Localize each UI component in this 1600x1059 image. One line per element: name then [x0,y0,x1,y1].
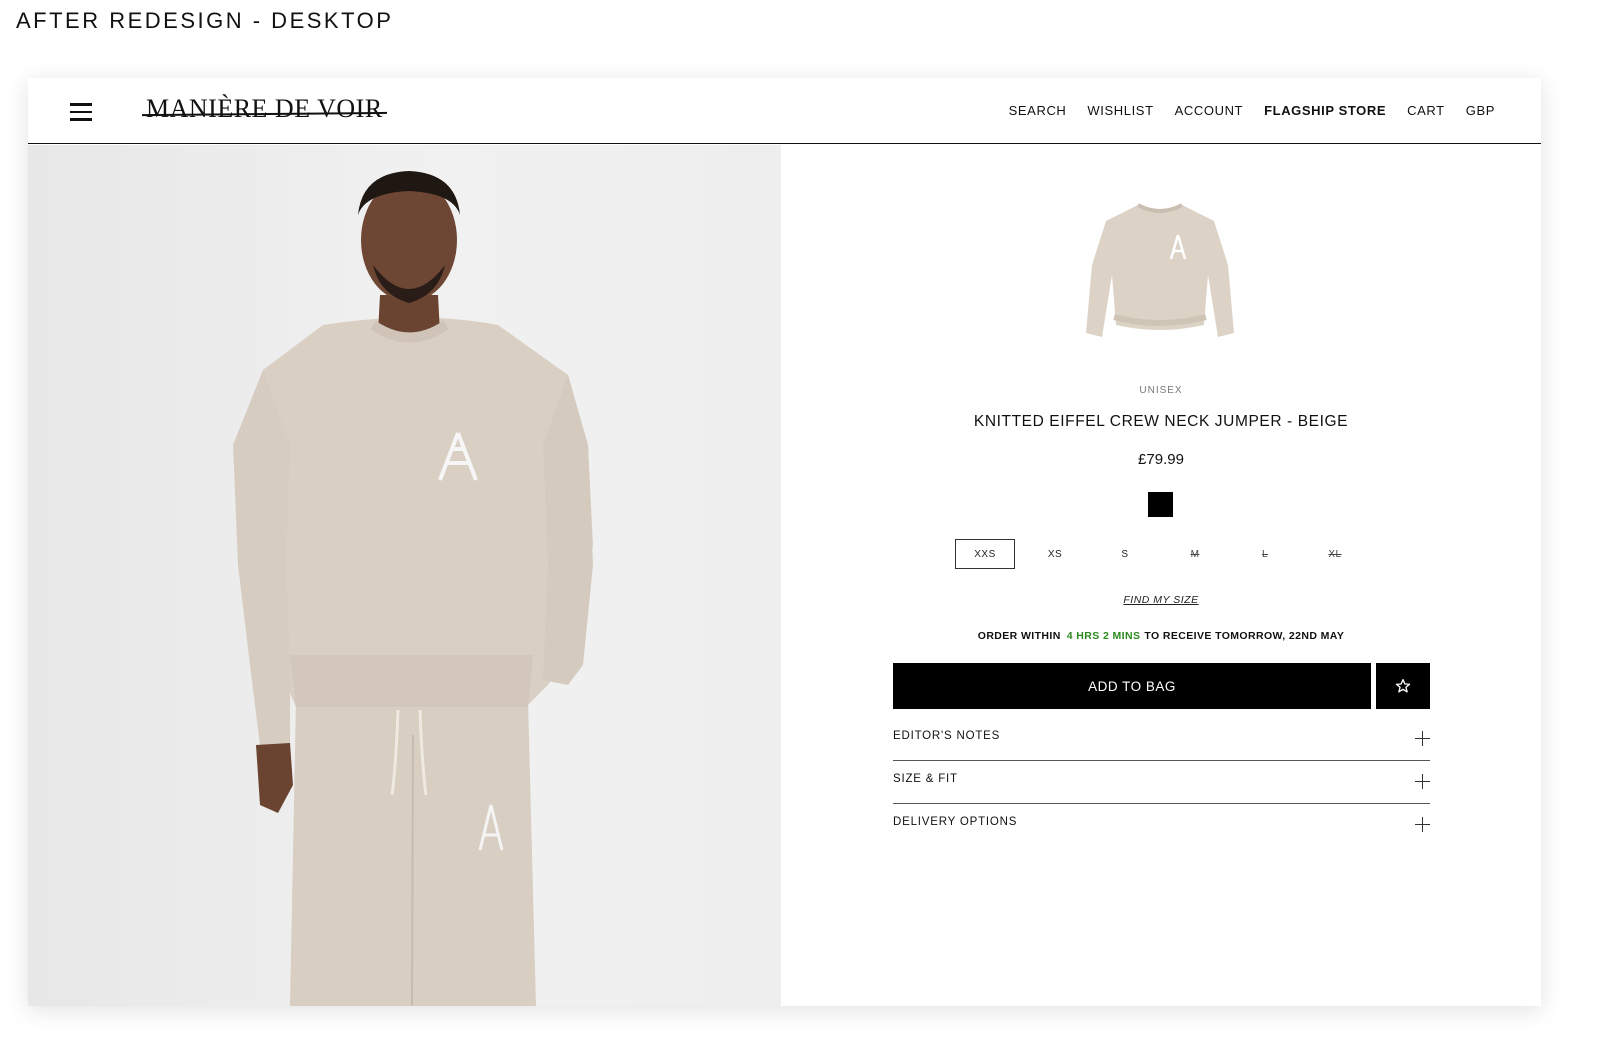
size-selector: XXS XS S M L XL [955,539,1365,569]
nav-wishlist[interactable]: WISHLIST [1087,103,1153,118]
brand-logo-text: MANIÈRE DE VOIR [146,94,383,123]
accordion-delivery-options[interactable]: DELIVERY OPTIONS [893,804,1430,846]
nav-account[interactable]: ACCOUNT [1175,103,1243,118]
find-my-size-link[interactable]: FIND MY SIZE [781,594,1541,606]
color-swatch-black[interactable] [1148,492,1173,517]
size-option-m[interactable]: M [1165,539,1225,569]
plus-icon[interactable] [1415,774,1430,789]
size-option-xl[interactable]: XL [1305,539,1365,569]
nav-cart[interactable]: CART [1407,103,1445,118]
star-icon [1395,679,1411,693]
nav-currency[interactable]: GBP [1466,103,1495,118]
browser-frame: MANIÈRE DE VOIR SEARCH WISHLIST ACCOUNT … [28,78,1541,1006]
delivery-suffix: TO RECEIVE TOMORROW, 22ND MAY [1144,630,1345,642]
product-gender: UNISEX [1139,385,1183,396]
header-nav: SEARCH WISHLIST ACCOUNT FLAGSHIP STORE C… [1009,103,1495,118]
accordion-label: SIZE & FIT [893,773,958,785]
plus-icon[interactable] [1415,731,1430,746]
site-header: MANIÈRE DE VOIR SEARCH WISHLIST ACCOUNT … [28,78,1541,144]
size-option-xxs[interactable]: XXS [955,539,1015,569]
accordion-label: EDITOR'S NOTES [893,730,1001,742]
brand-logo[interactable]: MANIÈRE DE VOIR [141,94,387,124]
plus-icon[interactable] [1415,817,1430,832]
menu-icon[interactable] [70,103,92,121]
nav-search[interactable]: SEARCH [1009,103,1067,118]
delivery-prefix: ORDER WITHIN [977,630,1061,642]
size-option-s[interactable]: S [1095,539,1155,569]
product-model-photo [28,145,781,1006]
delivery-countdown-time: 4 HRS 2 MINS [1066,630,1141,642]
wishlist-button[interactable] [1376,663,1430,709]
product-title: KNITTED EIFFEL CREW NECK JUMPER - BEIGE [973,413,1349,430]
add-to-bag-button[interactable]: ADD TO BAG [893,663,1371,709]
accordion-size-fit[interactable]: SIZE & FIT [893,761,1430,804]
size-option-l[interactable]: L [1235,539,1295,569]
model-illustration [233,171,593,1006]
delivery-countdown: ORDER WITHIN 4 HRS 2 MINS TO RECEIVE TOMOR… [781,630,1541,642]
accordion-editors-notes[interactable]: EDITOR'S NOTES [893,718,1430,761]
size-option-xs[interactable]: XS [1025,539,1085,569]
nav-flagship-store[interactable]: FLAGSHIP STORE [1264,103,1386,118]
accordion-label: DELIVERY OPTIONS [893,816,1018,828]
product-detail-panel: UNISEX KNITTED EIFFEL CREW NECK JUMPER -… [781,145,1541,1006]
page-caption: AFTER REDESIGN - DESKTOP [16,8,394,33]
product-accordion: EDITOR'S NOTES SIZE & FIT DELIVERY OPTIO… [893,718,1430,846]
product-price: £79.99 [1138,451,1184,468]
product-thumbnail[interactable] [1086,195,1234,347]
